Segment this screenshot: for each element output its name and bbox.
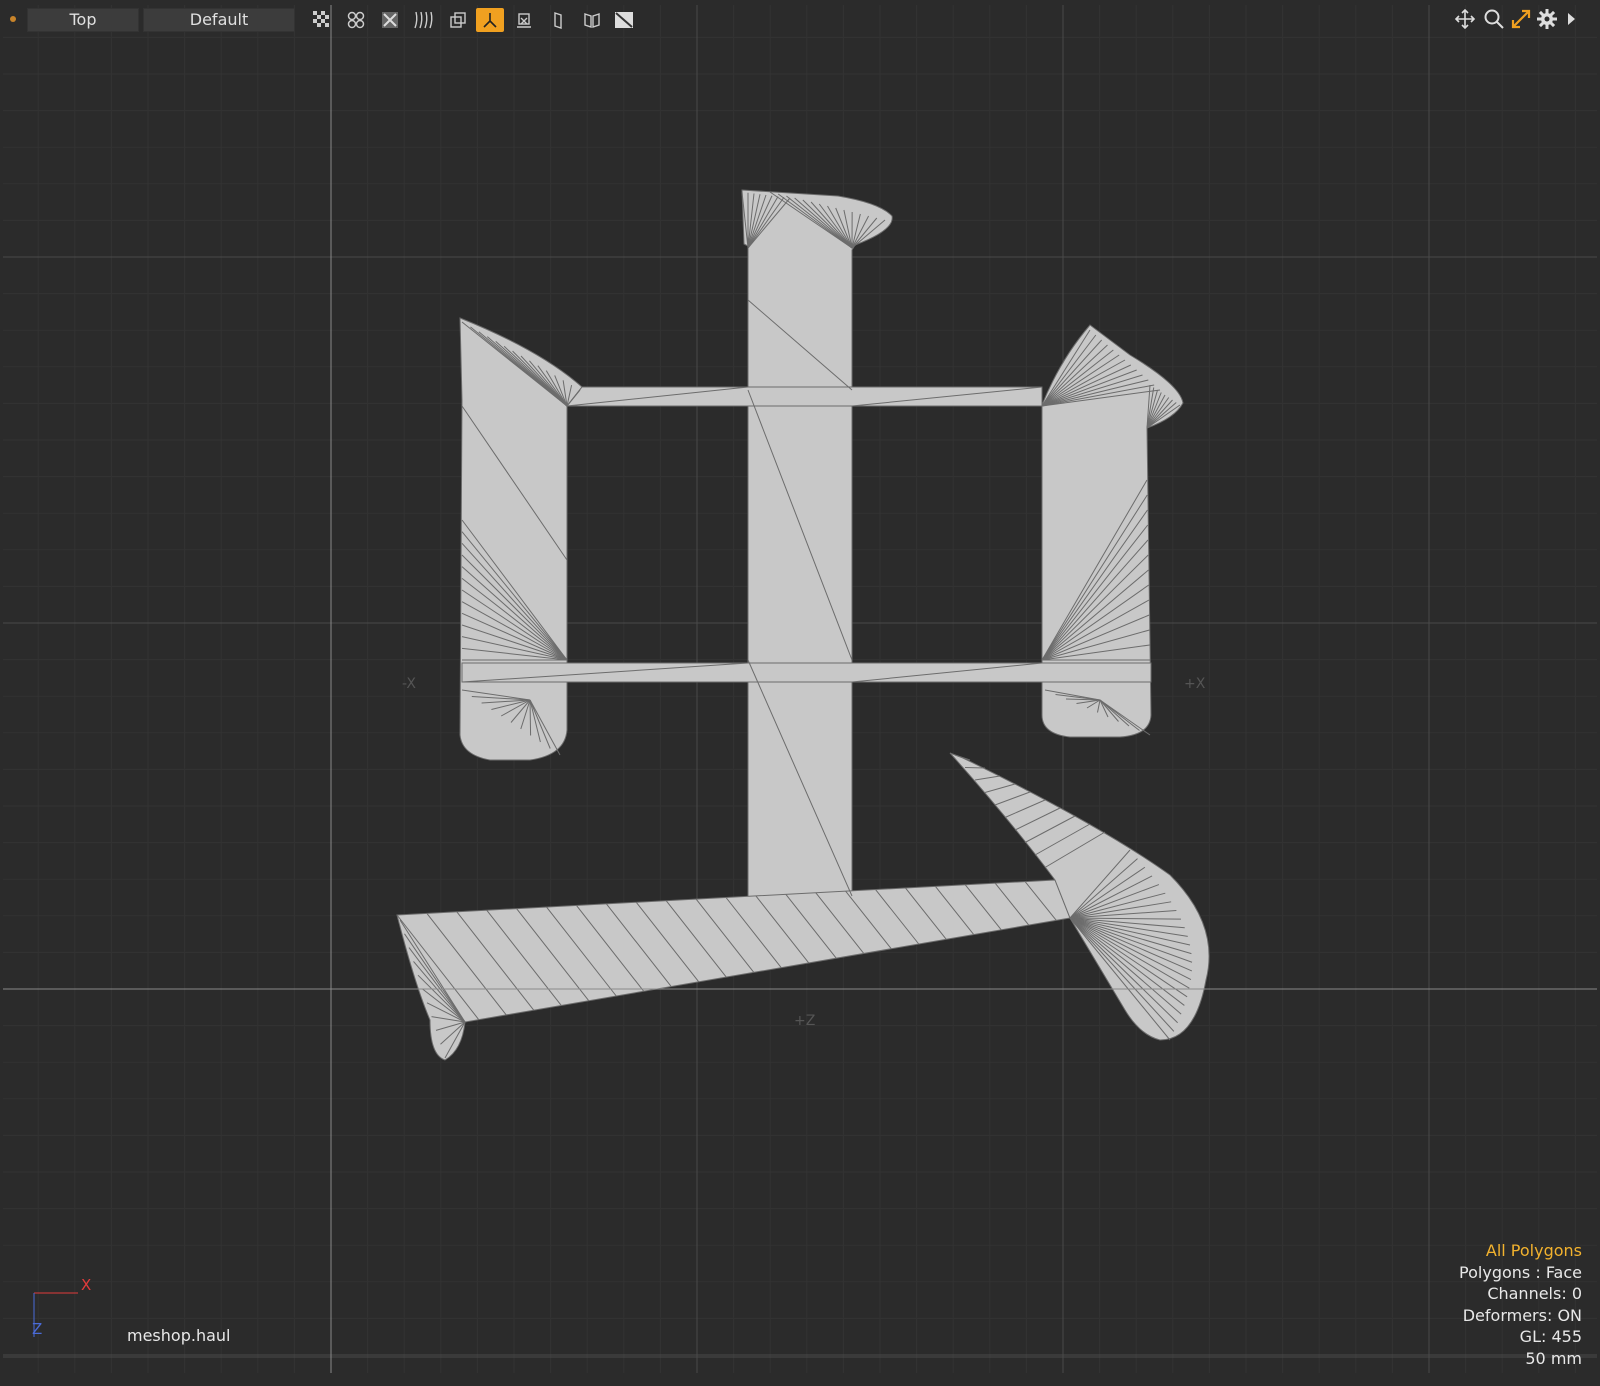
mesh-upper-bar: [565, 386, 1043, 407]
pan-icon[interactable]: [1452, 6, 1478, 32]
wave-icon[interactable]: [410, 8, 438, 32]
pos-x-label: +X: [1184, 676, 1206, 692]
checker-icon[interactable]: [308, 8, 336, 32]
neg-x-label: -X: [402, 676, 416, 692]
shading-mode-dropdown[interactable]: Default: [143, 8, 295, 32]
hatch-icon[interactable]: [610, 8, 638, 32]
channels-label: Channels: 0: [1487, 1284, 1582, 1303]
more-icon[interactable]: [1558, 6, 1584, 32]
polygons-mode-label: Polygons : Face: [1459, 1262, 1582, 1282]
grid-toggle-icon[interactable]: [342, 8, 370, 32]
mesh-lower-bar: [461, 662, 1152, 683]
scene-name: meshop.haul: [127, 1326, 231, 1345]
copy-view-icon[interactable]: [444, 8, 472, 32]
pos-z-label: +Z: [794, 1013, 816, 1029]
viewport-info-panel: All Polygons Polygons : Face Channels: 0…: [1459, 1240, 1582, 1369]
selection-mode-label[interactable]: All Polygons: [1459, 1240, 1582, 1262]
book-icon[interactable]: [578, 8, 606, 32]
gizmo-z-label: Z: [32, 1320, 43, 1338]
backdrop-icon[interactable]: [510, 8, 538, 32]
viewport-canvas[interactable]: [0, 0, 1600, 1386]
gizmo-x-label: X: [81, 1276, 92, 1294]
gl-count-label: GL: 455: [1519, 1327, 1582, 1346]
view-type-dropdown[interactable]: Top: [27, 8, 139, 32]
fit-icon[interactable]: [1508, 6, 1534, 32]
viewport-toolbar: Top Default: [0, 0, 1600, 38]
zoom-icon[interactable]: [1481, 6, 1507, 32]
mesh-glyph[interactable]: [396, 189, 1210, 1061]
viewport-menu-dot[interactable]: [10, 16, 16, 22]
x-ray-icon[interactable]: [376, 8, 404, 32]
3d-viewport[interactable]: -X +X +Z X Z meshop.haul: [0, 0, 1600, 1386]
grid-size-label: 50 mm: [1525, 1348, 1582, 1368]
mesh-top-stroke: [741, 189, 893, 906]
axis-icon[interactable]: [476, 8, 504, 32]
deformers-label: Deformers: ON: [1462, 1305, 1582, 1325]
gear-icon[interactable]: [1534, 6, 1560, 32]
column-icon[interactable]: [544, 8, 572, 32]
